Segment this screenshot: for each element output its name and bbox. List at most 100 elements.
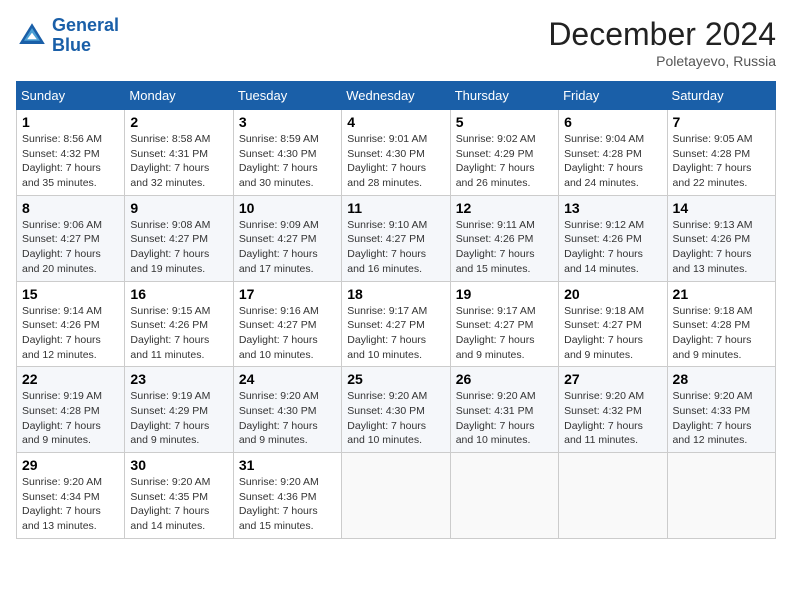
calendar-week-row: 8Sunrise: 9:06 AMSunset: 4:27 PMDaylight… [17,195,776,281]
calendar-cell: 17 Sunrise: 9:16 AMSunset: 4:27 PMDayligh… [233,281,341,367]
day-info: Sunrise: 9:20 AMSunset: 4:35 PMDaylight:… [130,475,227,534]
calendar-cell: 2 Sunrise: 8:58 AMSunset: 4:31 PMDaylight… [125,110,233,196]
calendar-cell: 26Sunrise: 9:20 AMSunset: 4:31 PMDayligh… [450,367,558,453]
title-block: December 2024 Poletayevo, Russia [548,16,776,69]
day-info: Sunrise: 9:12 AMSunset: 4:26 PMDaylight:… [564,218,661,277]
day-info: Sunrise: 9:20 AMSunset: 4:31 PMDaylight:… [456,389,553,448]
day-info: Sunrise: 9:05 AMSunset: 4:28 PMDaylight:… [673,132,770,191]
day-info: Sunrise: 9:14 AMSunset: 4:26 PMDaylight:… [22,304,119,363]
day-number: 8 [22,200,119,216]
day-number: 7 [673,114,770,130]
day-info: Sunrise: 9:10 AMSunset: 4:27 PMDaylight:… [347,218,444,277]
calendar-cell: 6 Sunrise: 9:04 AMSunset: 4:28 PMDaylight… [559,110,667,196]
day-header-wednesday: Wednesday [342,82,450,110]
calendar-cell: 21Sunrise: 9:18 AMSunset: 4:28 PMDayligh… [667,281,775,367]
day-info: Sunrise: 9:20 AMSunset: 4:34 PMDaylight:… [22,475,119,534]
day-header-sunday: Sunday [17,82,125,110]
day-number: 11 [347,200,444,216]
day-number: 23 [130,371,227,387]
day-number: 20 [564,286,661,302]
day-info: Sunrise: 9:16 AMSunset: 4:27 PMDaylight:… [239,304,336,363]
calendar-week-row: 29 Sunrise: 9:20 AMSunset: 4:34 PMDayligh… [17,453,776,539]
calendar-table: SundayMondayTuesdayWednesdayThursdayFrid… [16,81,776,539]
day-number: 19 [456,286,553,302]
day-number: 13 [564,200,661,216]
day-number: 3 [239,114,336,130]
month-title: December 2024 [548,16,776,53]
logo: General Blue [16,16,119,56]
calendar-cell: 7 Sunrise: 9:05 AMSunset: 4:28 PMDaylight… [667,110,775,196]
calendar-cell: 18 Sunrise: 9:17 AMSunset: 4:27 PMDayligh… [342,281,450,367]
day-header-friday: Friday [559,82,667,110]
page-header: General Blue December 2024 Poletayevo, R… [16,16,776,69]
day-info: Sunrise: 9:04 AMSunset: 4:28 PMDaylight:… [564,132,661,191]
day-header-tuesday: Tuesday [233,82,341,110]
calendar-cell: 31Sunrise: 9:20 AMSunset: 4:36 PMDayligh… [233,453,341,539]
calendar-cell: 4Sunrise: 9:01 AMSunset: 4:30 PMDaylight… [342,110,450,196]
calendar-cell: 24 Sunrise: 9:20 AMSunset: 4:30 PMDayligh… [233,367,341,453]
day-info: Sunrise: 9:18 AMSunset: 4:27 PMDaylight:… [564,304,661,363]
day-info: Sunrise: 9:15 AMSunset: 4:26 PMDaylight:… [130,304,227,363]
logo-line1: General [52,15,119,35]
day-number: 29 [22,457,119,473]
calendar-cell [667,453,775,539]
day-info: Sunrise: 9:20 AMSunset: 4:33 PMDaylight:… [673,389,770,448]
calendar-cell: 13 Sunrise: 9:12 AMSunset: 4:26 PMDayligh… [559,195,667,281]
calendar-cell: 30 Sunrise: 9:20 AMSunset: 4:35 PMDayligh… [125,453,233,539]
day-number: 28 [673,371,770,387]
day-info: Sunrise: 8:58 AMSunset: 4:31 PMDaylight:… [130,132,227,191]
day-info: Sunrise: 9:02 AMSunset: 4:29 PMDaylight:… [456,132,553,191]
day-info: Sunrise: 9:17 AMSunset: 4:27 PMDaylight:… [456,304,553,363]
day-number: 6 [564,114,661,130]
day-info: Sunrise: 9:20 AMSunset: 4:30 PMDaylight:… [347,389,444,448]
calendar-cell: 25 Sunrise: 9:20 AMSunset: 4:30 PMDayligh… [342,367,450,453]
day-info: Sunrise: 9:17 AMSunset: 4:27 PMDaylight:… [347,304,444,363]
day-info: Sunrise: 9:13 AMSunset: 4:26 PMDaylight:… [673,218,770,277]
calendar-cell: 3 Sunrise: 8:59 AMSunset: 4:30 PMDaylight… [233,110,341,196]
day-number: 12 [456,200,553,216]
calendar-cell [559,453,667,539]
calendar-cell: 12 Sunrise: 9:11 AMSunset: 4:26 PMDayligh… [450,195,558,281]
day-number: 16 [130,286,227,302]
calendar-cell: 20 Sunrise: 9:18 AMSunset: 4:27 PMDayligh… [559,281,667,367]
calendar-cell: 14 Sunrise: 9:13 AMSunset: 4:26 PMDayligh… [667,195,775,281]
day-number: 2 [130,114,227,130]
calendar-cell: 9 Sunrise: 9:08 AMSunset: 4:27 PMDaylight… [125,195,233,281]
calendar-cell: 5Sunrise: 9:02 AMSunset: 4:29 PMDaylight… [450,110,558,196]
day-info: Sunrise: 9:19 AMSunset: 4:28 PMDaylight:… [22,389,119,448]
day-header-monday: Monday [125,82,233,110]
calendar-week-row: 22Sunrise: 9:19 AMSunset: 4:28 PMDayligh… [17,367,776,453]
day-number: 17 [239,286,336,302]
day-number: 31 [239,457,336,473]
day-info: Sunrise: 9:08 AMSunset: 4:27 PMDaylight:… [130,218,227,277]
calendar-week-row: 15 Sunrise: 9:14 AMSunset: 4:26 PMDayligh… [17,281,776,367]
calendar-cell: 19 Sunrise: 9:17 AMSunset: 4:27 PMDayligh… [450,281,558,367]
day-info: Sunrise: 8:59 AMSunset: 4:30 PMDaylight:… [239,132,336,191]
calendar-cell: 22Sunrise: 9:19 AMSunset: 4:28 PMDayligh… [17,367,125,453]
day-info: Sunrise: 9:19 AMSunset: 4:29 PMDaylight:… [130,389,227,448]
day-number: 30 [130,457,227,473]
calendar-cell [342,453,450,539]
day-info: Sunrise: 9:09 AMSunset: 4:27 PMDaylight:… [239,218,336,277]
calendar-cell: 16 Sunrise: 9:15 AMSunset: 4:26 PMDayligh… [125,281,233,367]
day-info: Sunrise: 9:01 AMSunset: 4:30 PMDaylight:… [347,132,444,191]
logo-line2: Blue [52,35,91,55]
day-number: 25 [347,371,444,387]
calendar-week-row: 1Sunrise: 8:56 AMSunset: 4:32 PMDaylight… [17,110,776,196]
calendar-cell [450,453,558,539]
calendar-cell: 29 Sunrise: 9:20 AMSunset: 4:34 PMDayligh… [17,453,125,539]
calendar-header-row: SundayMondayTuesdayWednesdayThursdayFrid… [17,82,776,110]
calendar-cell: 11 Sunrise: 9:10 AMSunset: 4:27 PMDayligh… [342,195,450,281]
day-number: 21 [673,286,770,302]
day-number: 24 [239,371,336,387]
day-header-thursday: Thursday [450,82,558,110]
day-info: Sunrise: 8:56 AMSunset: 4:32 PMDaylight:… [22,132,119,191]
day-info: Sunrise: 9:11 AMSunset: 4:26 PMDaylight:… [456,218,553,277]
day-number: 9 [130,200,227,216]
day-number: 18 [347,286,444,302]
day-info: Sunrise: 9:20 AMSunset: 4:30 PMDaylight:… [239,389,336,448]
day-info: Sunrise: 9:20 AMSunset: 4:32 PMDaylight:… [564,389,661,448]
day-number: 15 [22,286,119,302]
calendar-cell: 15 Sunrise: 9:14 AMSunset: 4:26 PMDayligh… [17,281,125,367]
day-number: 14 [673,200,770,216]
